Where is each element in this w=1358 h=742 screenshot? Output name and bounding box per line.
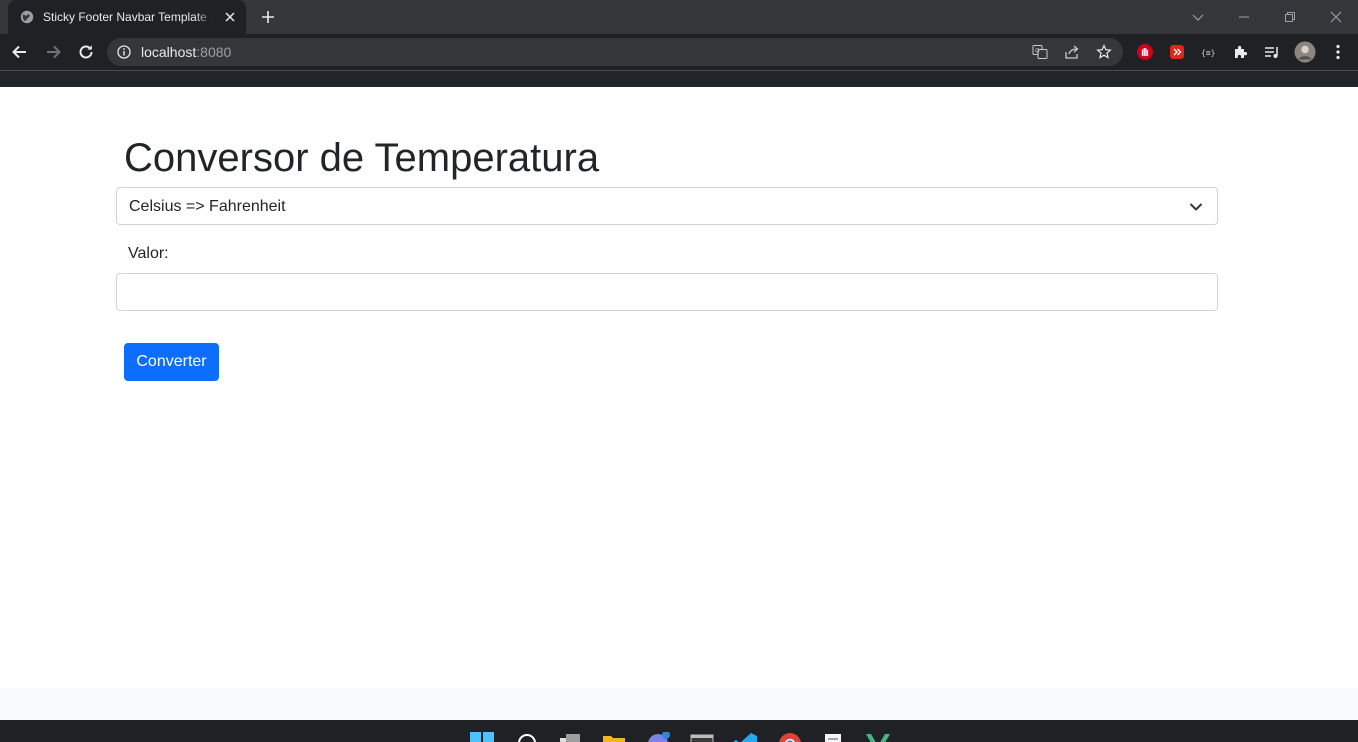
chevron-down-icon <box>1190 203 1202 211</box>
windows-start-icon[interactable] <box>470 732 494 742</box>
close-icon[interactable] <box>224 11 236 23</box>
search-icon[interactable] <box>516 732 540 742</box>
taskbar <box>0 720 1358 742</box>
task-view-icon[interactable] <box>558 732 582 742</box>
conversion-select[interactable]: Celsius => Fahrenheit <box>116 187 1218 225</box>
url-host: localhost <box>141 44 197 60</box>
value-label: Valor: <box>128 245 169 262</box>
url-port: :8080 <box>196 44 232 60</box>
terminal-icon[interactable] <box>690 732 714 742</box>
navbar <box>0 71 1358 87</box>
restore-icon[interactable] <box>1279 6 1301 28</box>
page-title: Conversor de Temperatura <box>124 136 600 180</box>
url-text[interactable]: localhost:8080 <box>141 44 231 60</box>
media-extension-icon[interactable] <box>1168 43 1186 61</box>
footer <box>0 688 1358 720</box>
media-control-icon[interactable] <box>1263 43 1281 61</box>
plus-icon[interactable] <box>260 9 276 25</box>
stop-hand-extension-icon[interactable] <box>1136 43 1154 61</box>
close-window-icon[interactable] <box>1325 6 1347 28</box>
svg-text:G: G <box>1035 48 1040 55</box>
tab-title: Sticky Footer Navbar Template · Bootstra… <box>43 10 215 24</box>
puzzle-icon[interactable] <box>1232 43 1250 61</box>
json-extension-icon[interactable]: {≡} <box>1200 43 1218 61</box>
avatar[interactable] <box>1294 41 1316 63</box>
teams-chat-icon[interactable] <box>646 732 670 742</box>
browser-tab-strip: Sticky Footer Navbar Template · Bootstra… <box>0 0 1358 34</box>
star-icon[interactable] <box>1096 44 1112 60</box>
translate-icon[interactable]: G <box>1032 44 1048 60</box>
file-explorer-icon[interactable] <box>602 732 626 742</box>
value-input[interactable] <box>116 273 1218 311</box>
convert-button[interactable]: Converter <box>124 343 219 381</box>
select-selected-value: Celsius => Fahrenheit <box>129 198 286 215</box>
notepad-icon[interactable] <box>822 732 846 742</box>
minimize-icon[interactable] <box>1233 6 1255 28</box>
forward-arrow-icon[interactable] <box>43 42 63 62</box>
svg-text:{≡}: {≡} <box>1201 49 1215 58</box>
kebab-menu-icon[interactable] <box>1329 43 1347 61</box>
back-arrow-icon[interactable] <box>10 42 30 62</box>
chevron-down-icon[interactable] <box>1187 6 1209 28</box>
vscode-icon[interactable] <box>734 732 758 742</box>
share-icon[interactable] <box>1064 44 1080 60</box>
globe-icon <box>20 10 34 24</box>
vue-icon[interactable] <box>866 732 890 742</box>
chrome-icon[interactable] <box>778 732 802 742</box>
browser-tab[interactable]: Sticky Footer Navbar Template · Bootstra… <box>8 0 246 34</box>
reload-icon[interactable] <box>76 42 96 62</box>
browser-toolbar: localhost:8080 G {≡} <box>0 34 1358 71</box>
address-bar[interactable]: localhost:8080 G <box>107 38 1123 66</box>
info-icon[interactable] <box>117 45 131 59</box>
